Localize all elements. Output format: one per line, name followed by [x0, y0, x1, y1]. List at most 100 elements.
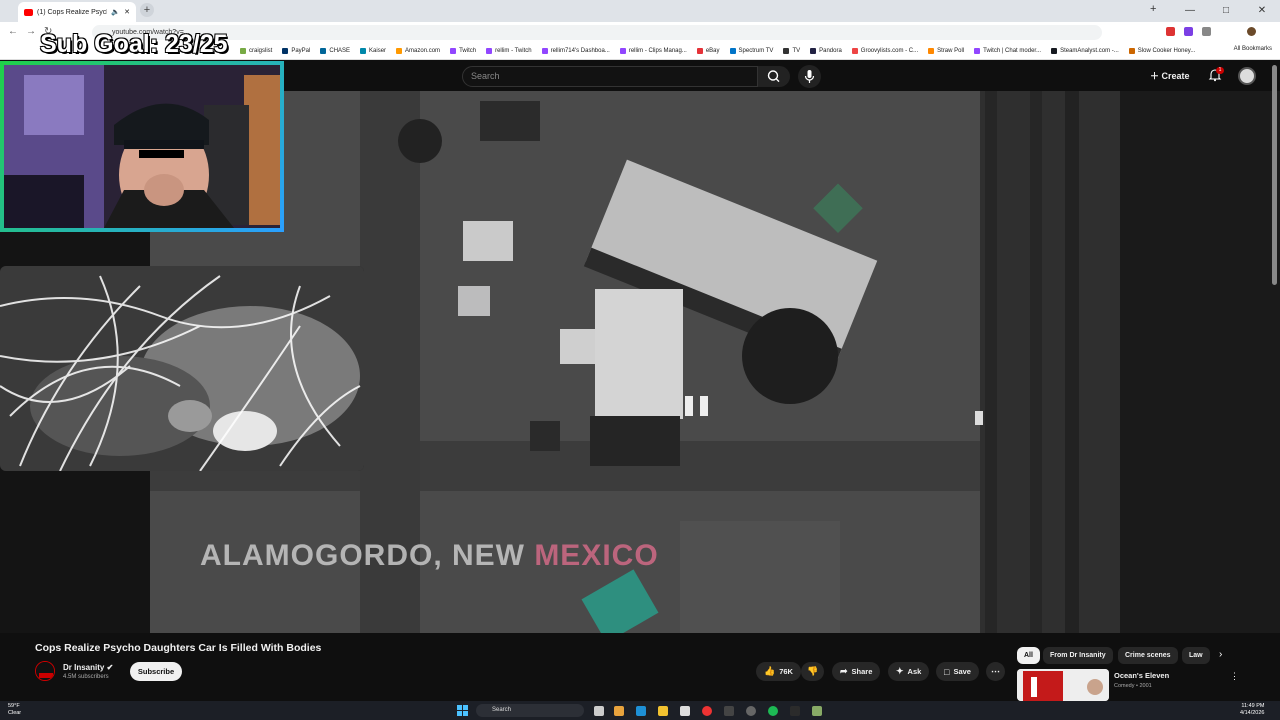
bookmark-label: rellim714's Dashboa... [550, 47, 610, 54]
bookmark-favicon-icon [783, 47, 790, 54]
create-label: Create [1161, 71, 1190, 81]
search-icon [767, 70, 780, 83]
obs-icon[interactable] [746, 706, 756, 716]
recommended-title[interactable]: Ocean's Eleven [1114, 671, 1169, 680]
like-button[interactable]: 👍 76K [756, 662, 801, 681]
app-icon[interactable] [812, 706, 822, 716]
chip-law[interactable]: Law [1182, 647, 1210, 664]
bookmark-label: SteamAnalyst.com -... [1060, 47, 1119, 54]
forward-icon[interactable]: → [26, 26, 36, 37]
bookmark-item[interactable]: PayPal [282, 47, 310, 54]
bookmark-item[interactable]: craigslist [240, 47, 272, 54]
bookmark-label: Groovylists.com - C... [860, 47, 919, 54]
bookmark-item[interactable]: eBay [696, 47, 720, 54]
app-icon[interactable] [790, 706, 800, 716]
file-explorer-icon[interactable] [658, 706, 668, 716]
dislike-button[interactable]: 👎 [801, 662, 825, 681]
share-button[interactable]: ➦ Share [832, 662, 881, 681]
weather-widget[interactable]: 59°F Clear [8, 703, 21, 717]
weather-condition: Clear [8, 710, 22, 716]
bookmark-item[interactable]: rellim - Twitch [486, 47, 532, 54]
tab-close-icon[interactable]: ✕ [124, 8, 130, 16]
bookmark-item[interactable]: rellim714's Dashboa... [541, 47, 610, 54]
taskbar-search[interactable]: Search [476, 704, 584, 717]
recommended-thumbnail[interactable] [1017, 669, 1109, 701]
bookmark-favicon-icon [450, 47, 457, 54]
chip-from-channel[interactable]: From Dr Insanity [1043, 647, 1113, 664]
bookmark-item[interactable]: Groovylists.com - C... [851, 47, 919, 54]
speaker-icon[interactable]: 🔈 [111, 8, 120, 16]
channel-name[interactable]: Dr Insanity ✔ [63, 663, 113, 672]
bookmark-favicon-icon [360, 47, 367, 54]
bookmark-item[interactable]: Kaiser [360, 47, 387, 54]
subscribe-button[interactable]: Subscribe [130, 662, 182, 681]
bookmark-favicon-icon [1128, 47, 1135, 54]
share-icon: ➦ [840, 666, 848, 676]
back-icon[interactable]: ← [8, 26, 18, 37]
save-button[interactable]: □ Save [936, 662, 979, 681]
extension-icon[interactable] [1202, 27, 1211, 36]
app-icon[interactable] [614, 706, 624, 716]
chrome-icon[interactable] [702, 706, 712, 716]
edge-icon[interactable] [636, 706, 646, 716]
channel-avatar[interactable] [35, 661, 55, 681]
taskbar-clock[interactable]: 11:49 PM 4/14/2026 [1240, 703, 1264, 717]
bookmark-label: Amazon.com [405, 47, 441, 54]
bookmark-item[interactable]: TV [783, 47, 801, 54]
tab-title: (1) Cops Realize Psycho Da [37, 8, 107, 16]
more-actions-button[interactable]: ⋯ [986, 662, 1005, 681]
minimize-icon[interactable]: — [1172, 0, 1208, 22]
app-icon[interactable] [724, 706, 734, 716]
page-scrollbar[interactable] [1272, 65, 1277, 285]
address-bar[interactable]: youtube.com/watch?v=... [92, 25, 1102, 40]
task-view-icon[interactable] [594, 706, 604, 716]
bookmark-item[interactable]: rellim - Clips Manag... [619, 47, 687, 54]
bookmark-label: Straw Poll [937, 47, 965, 54]
chip-crime-scenes[interactable]: Crime scenes [1118, 647, 1178, 664]
close-window-icon[interactable]: ✕ [1244, 0, 1280, 22]
night-vision-feed [0, 266, 364, 471]
tab-search-icon[interactable]: + [1150, 3, 1156, 15]
voice-search-button[interactable] [798, 65, 821, 88]
bookmark-item[interactable]: Amazon.com [396, 47, 441, 54]
chevron-right-icon[interactable]: › [1219, 649, 1222, 660]
store-icon[interactable] [680, 706, 690, 716]
extension-icon[interactable] [1184, 27, 1193, 36]
video-info-section: Cops Realize Psycho Daughters Car Is Fil… [0, 633, 1280, 701]
bookmark-item[interactable]: Straw Poll [928, 47, 965, 54]
chip-all[interactable]: All [1017, 647, 1040, 664]
bookmark-item[interactable]: Twitch | Chat moder... [974, 47, 1042, 54]
browser-tab-active[interactable]: (1) Cops Realize Psycho Da 🔈 ✕ [18, 2, 136, 22]
share-label: Share [851, 667, 873, 676]
bookmark-item[interactable]: Pandora [810, 47, 842, 54]
bookmark-item[interactable]: SteamAnalyst.com -... [1051, 47, 1119, 54]
bookmark-label: Kaiser [369, 47, 387, 54]
caption-text: ALAMOGORDO, NEW [200, 539, 535, 572]
all-bookmarks-link[interactable]: All Bookmarks [1234, 46, 1272, 52]
bookmark-icon: □ [944, 666, 950, 677]
bookmark-item[interactable]: CHASE [320, 47, 350, 54]
thumbnail-image [1017, 669, 1109, 701]
bookmark-item[interactable]: Slow Cooker Honey... [1128, 47, 1195, 54]
extension-icon[interactable] [1166, 27, 1175, 36]
bookmark-favicon-icon [240, 47, 246, 54]
search-button[interactable] [758, 66, 790, 87]
windows-start-icon[interactable] [457, 705, 468, 716]
bookmark-label: Twitch | Chat moder... [983, 47, 1042, 54]
bookmark-label: Spectrum TV [738, 47, 774, 54]
spotify-icon[interactable] [768, 706, 778, 716]
bookmark-item[interactable]: Twitch [450, 47, 476, 54]
more-horizontal-icon: ⋯ [991, 666, 1000, 676]
account-avatar[interactable] [1238, 67, 1256, 85]
search-input[interactable]: Search [462, 66, 758, 87]
more-vertical-icon[interactable]: ⋮ [1230, 671, 1239, 682]
clock-time: 11:49 PM [1241, 703, 1265, 709]
bookmark-label: TV [792, 47, 801, 54]
maximize-icon[interactable]: □ [1208, 0, 1244, 22]
bookmark-item[interactable]: Spectrum TV [729, 47, 774, 54]
ask-button[interactable]: ✦ Ask [888, 662, 930, 681]
profile-icon[interactable] [1247, 27, 1256, 36]
bookmark-favicon-icon [696, 47, 703, 54]
new-tab-button[interactable]: + [140, 3, 154, 17]
create-button[interactable]: ＋ Create [1150, 69, 1190, 82]
